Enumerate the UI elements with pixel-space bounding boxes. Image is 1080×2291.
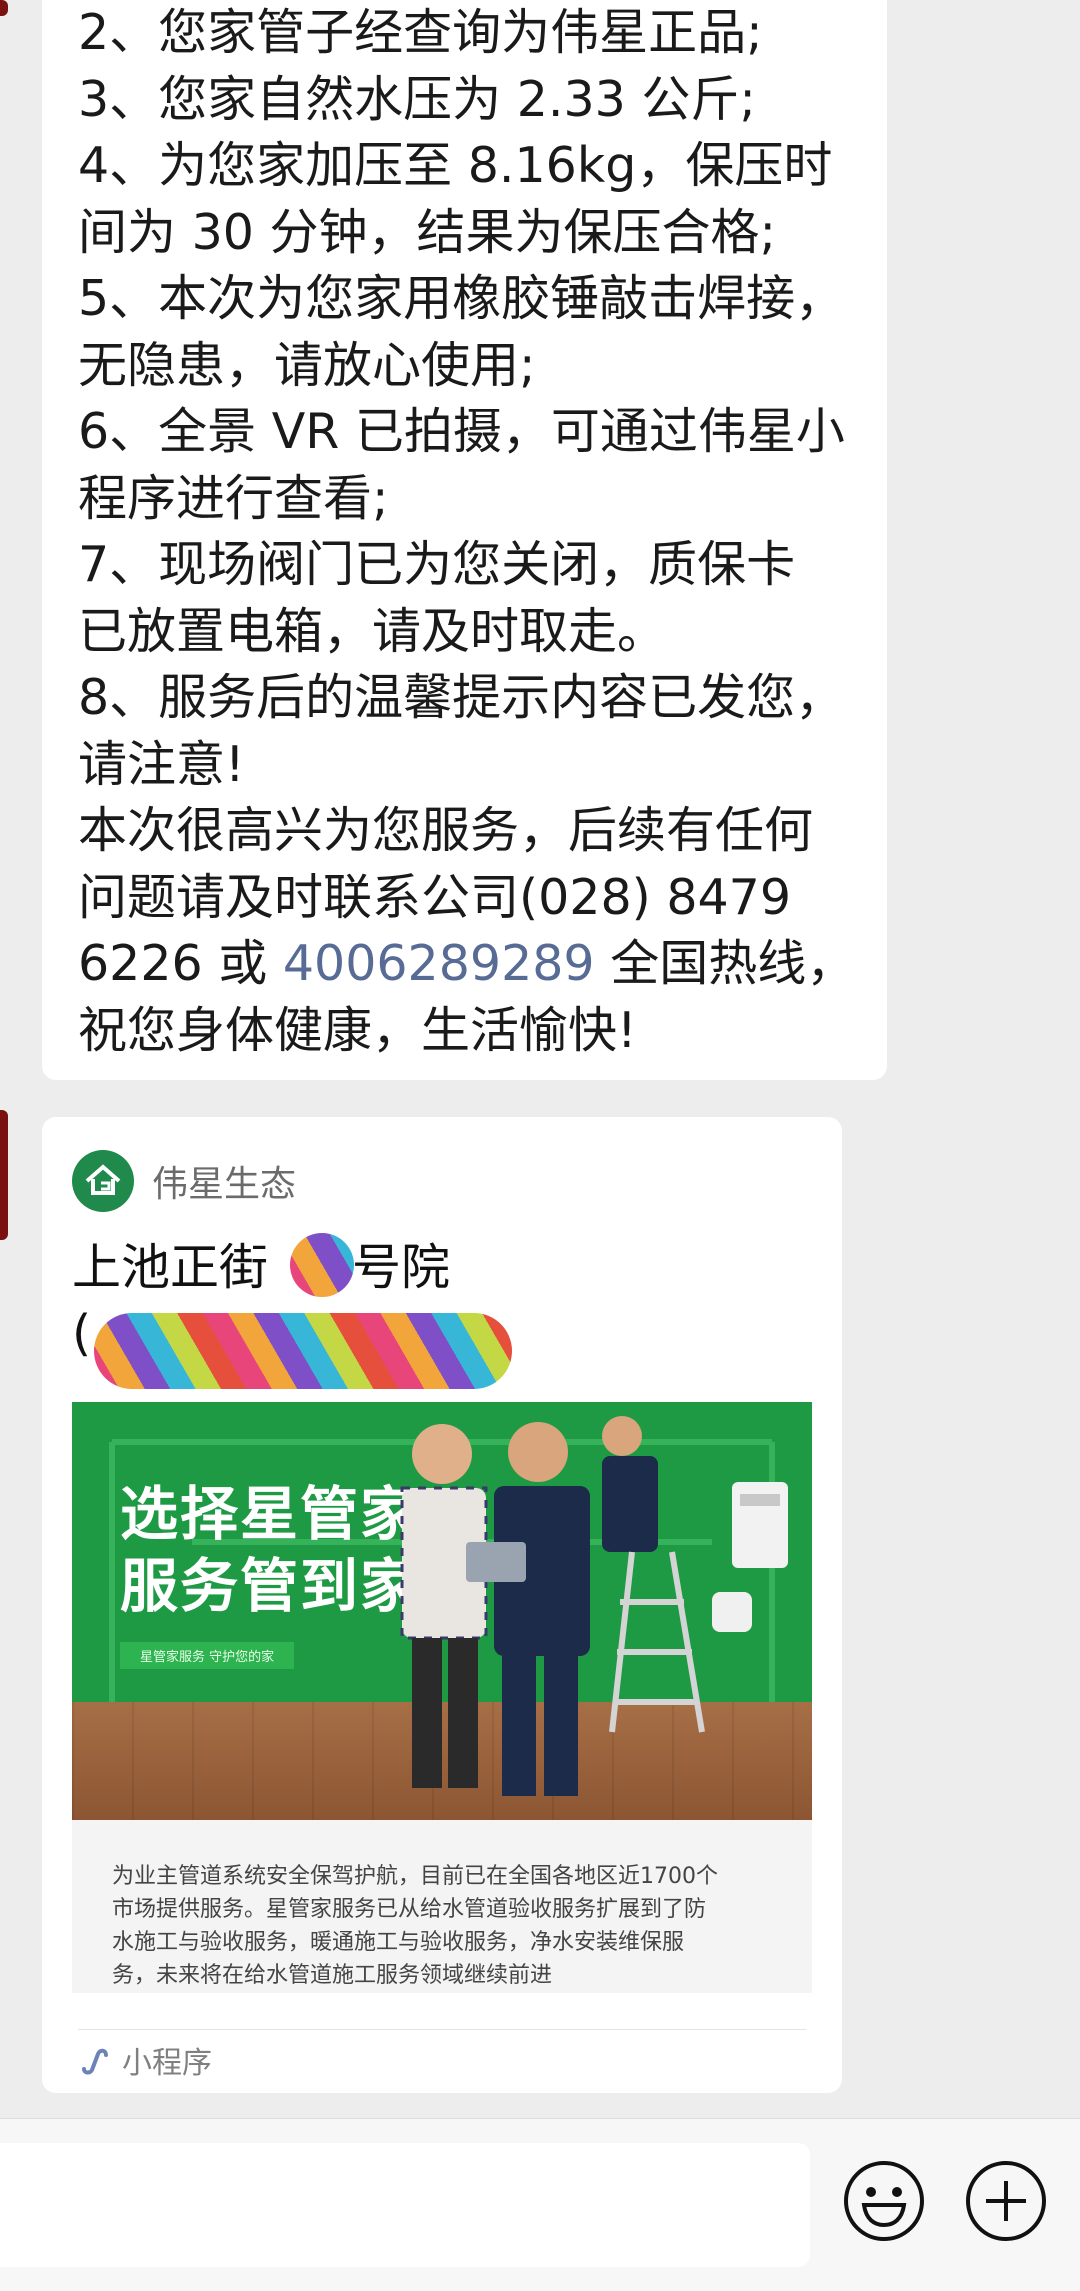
brand-logo [72,1150,134,1212]
title-text: 号院 [352,1239,451,1296]
message-line: 6、全景 VR 已拍摄，可通过伟星小 [78,403,845,460]
message-line: 6226 或 4006289289 全国热线， [78,931,856,998]
message-input-bar [0,2118,1080,2291]
title-text: ( [72,1305,92,1362]
message-line: 5、本次为您家用橡胶锤敲击焊接， [78,270,845,327]
card-footer: 小程序 [78,2035,212,2085]
message-line: 间为 30 分钟，结果为保压合格; [78,203,777,261]
description-line: 务，未来将在给水管道施工服务领域继续前进 [112,1963,553,1988]
mini-program-label: 小程序 [122,2046,212,2081]
message-line: 请注意! [78,735,245,793]
message-line: 祝您身体健康，生活愉快! [78,1001,637,1059]
message-line: 3、您家自然水压为 2.33 公斤; [78,70,756,128]
title-text: 上池正街 [72,1239,269,1296]
hotline-phone-link[interactable]: 4006289289 [283,935,595,992]
card-description: 为业主管道系统安全保驾护航，目前已在全国各地区近1700个 市场提供服务。星管家… [72,1820,812,1993]
message-line: 4、为您家加压至 8.16kg，保压时 [78,137,833,194]
redaction-mosaic [290,1233,354,1297]
message-line: 已放置电箱，请及时取走。 [78,602,667,660]
card-title-line: 上池正街 号院 [72,1235,450,1301]
redaction-mosaic [94,1313,512,1389]
message-text: 6226 或 [78,935,283,992]
mini-program-icon [82,2048,108,2075]
hero-people-illustration [400,1416,705,1796]
message-line: 程序进行查看; [78,469,389,527]
message-text: 全国热线， [594,935,856,992]
message-line: 7、现场阀门已为您关闭，质保卡 [78,536,796,593]
card-hero-image: 选择星管家 服务管到家 星管家服务 守护您的家 [72,1402,812,1820]
card-brand-row: 伟星生态 [72,1149,296,1213]
chat-area: 2、您家管子经查询为伟星正品; 3、您家自然水压为 2.33 公斤; 4、为您家… [0,0,1080,2120]
card-divider [78,2029,806,2030]
description-line: 市场提供服务。星管家服务已从给水管道验收服务扩展到了防 [112,1897,707,1922]
message-line: 2、您家管子经查询为伟星正品; [78,4,763,61]
message-line: 8、服务后的温馨提示内容已发您， [78,669,845,726]
house-logo-icon [85,1164,121,1195]
brand-name: 伟星生态 [152,1164,297,1205]
message-line: 问题请及时联系公司(028) 8479 [78,868,792,926]
message-bubble[interactable]: 2、您家管子经查询为伟星正品; 3、您家自然水压为 2.33 公斤; 4、为您家… [42,0,887,1080]
description-line: 为业主管道系统安全保驾护航，目前已在全国各地区近1700个 [112,1864,718,1889]
sender-avatar-edge[interactable] [0,1110,8,1240]
message-line: 本次很高兴为您服务，后续有任何 [78,802,814,859]
description-line: 水施工与验收服务，暖通施工与验收服务，净水安装维保服 [112,1930,685,1955]
message-line: 无隐患，请放心使用; [78,336,536,394]
message-input[interactable] [0,2143,810,2267]
sender-avatar-edge[interactable] [0,0,8,16]
plus-icon[interactable] [964,2159,1048,2243]
mini-program-card[interactable]: 伟星生态 上池正街 号院 ( 选择星管家 服务管到家 星管家服务 守护您的家 为… [42,1117,842,2093]
emoji-icon[interactable] [842,2159,926,2243]
